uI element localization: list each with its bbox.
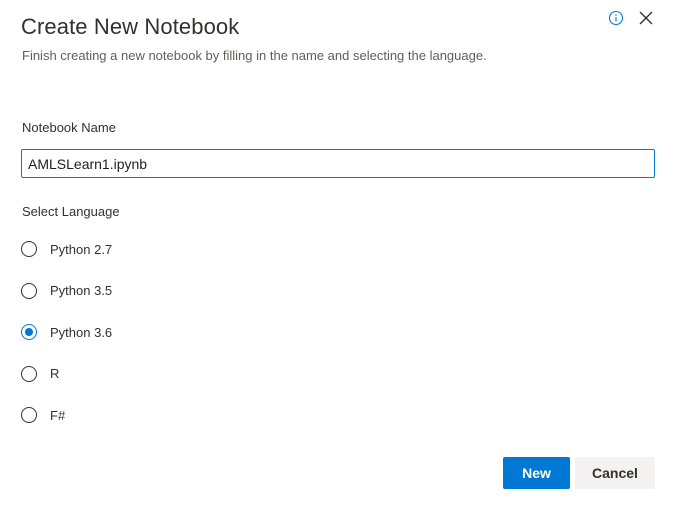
select-language-label: Select Language xyxy=(22,204,120,219)
radio-button-selected[interactable] xyxy=(21,324,37,340)
radio-label: Python 3.5 xyxy=(50,283,113,298)
close-icon[interactable] xyxy=(636,8,656,28)
language-option-python-3-5[interactable]: Python 3.5 xyxy=(21,281,112,301)
dialog-title: Create New Notebook xyxy=(21,14,240,39)
radio-label: Python 3.6 xyxy=(50,324,113,340)
language-option-python-2-7[interactable]: Python 2.7 xyxy=(21,239,112,259)
create-notebook-dialog: Create New Notebook Finish creating a ne… xyxy=(0,0,678,509)
radio-label: F# xyxy=(50,407,66,423)
notebook-name-label: Notebook Name xyxy=(22,120,116,135)
radio-button[interactable] xyxy=(21,365,37,382)
cancel-button[interactable]: Cancel xyxy=(575,457,655,489)
language-option-r[interactable]: R xyxy=(21,364,112,384)
language-radio-group: Python 2.7 Python 3.5 Python 3.6 R F# xyxy=(21,239,112,447)
language-option-f-sharp[interactable]: F# xyxy=(21,405,112,425)
notebook-name-input[interactable] xyxy=(21,149,655,178)
new-button[interactable]: New xyxy=(503,457,570,489)
radio-label: R xyxy=(50,366,60,381)
dialog-subtitle: Finish creating a new notebook by fillin… xyxy=(22,48,487,63)
info-icon[interactable] xyxy=(606,8,626,28)
radio-button[interactable] xyxy=(21,241,37,257)
radio-button[interactable] xyxy=(21,407,37,423)
dialog-footer: New Cancel xyxy=(503,457,655,489)
radio-label: Python 2.7 xyxy=(50,241,113,257)
dialog-header-actions xyxy=(606,8,656,28)
language-option-python-3-6[interactable]: Python 3.6 xyxy=(21,322,112,342)
radio-button[interactable] xyxy=(21,282,37,299)
